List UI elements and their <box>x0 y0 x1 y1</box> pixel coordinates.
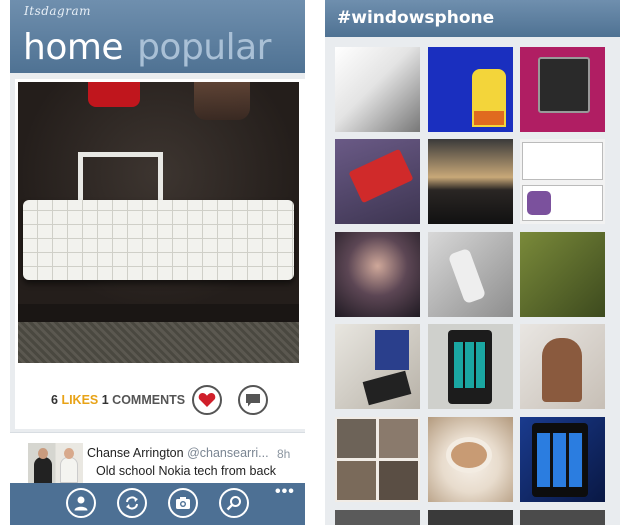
hashtag-header: #windowsphone <box>325 0 620 37</box>
home-header: Itsdagram home popular <box>10 0 305 73</box>
like-button[interactable] <box>192 385 222 415</box>
pivot-item-popular[interactable]: popular <box>137 27 271 68</box>
thumbnail-12[interactable] <box>520 324 605 409</box>
app-title: Itsdagram <box>24 4 92 18</box>
thumbnail-4[interactable] <box>335 139 420 224</box>
photo-carpet <box>18 322 299 363</box>
avatar-head-right <box>64 448 74 459</box>
post-caption: Old school Nokia tech from back <box>96 464 276 478</box>
likes-label: LIKES <box>61 393 99 407</box>
refresh-button[interactable] <box>117 488 147 518</box>
thumbnail-18[interactable] <box>520 510 605 525</box>
post-timestamp: 8h <box>277 447 291 461</box>
avatar[interactable] <box>28 443 83 483</box>
photo-keyboard-stand <box>78 152 163 200</box>
profile-icon <box>74 496 88 511</box>
thumbnail-7[interactable] <box>335 232 420 317</box>
pivot-item-home[interactable]: home <box>23 27 124 68</box>
feed-post-item[interactable]: Chanse Arrington @chansearri... 8h Old s… <box>10 432 305 484</box>
feed-photo[interactable] <box>18 82 299 363</box>
thumbnail-16[interactable] <box>335 510 420 525</box>
post-author[interactable]: Chanse Arrington @chansearri... <box>87 446 271 460</box>
comments-count: 1 <box>101 393 109 407</box>
thumbnail-11[interactable] <box>428 324 513 409</box>
thumbnail-6[interactable] <box>520 139 605 224</box>
camera-button[interactable] <box>168 488 198 518</box>
more-options-button[interactable]: ••• <box>275 483 295 501</box>
comments-label: COMMENTS <box>112 393 186 407</box>
camera-icon <box>176 497 190 509</box>
avatar-figure-right <box>60 457 78 483</box>
photo-table-edge <box>18 304 299 324</box>
heart-icon <box>198 393 216 407</box>
likes-count: 6 <box>51 393 58 407</box>
thumbnail-5[interactable] <box>428 139 513 224</box>
photo-red-cup <box>88 82 140 107</box>
search-button[interactable] <box>219 488 249 518</box>
home-feed-screen: Itsdagram home popular 6 LIKES 1 COMMENT… <box>10 0 305 525</box>
thumbnail-3[interactable] <box>520 47 605 132</box>
photo-glass <box>194 82 250 120</box>
thumbnail-8[interactable] <box>428 232 513 317</box>
avatar-figure-left <box>34 457 52 483</box>
thumbnail-13[interactable] <box>335 417 420 502</box>
thumbnail-10[interactable] <box>335 324 420 409</box>
thumbnail-2[interactable] <box>428 47 513 132</box>
thumbnail-17[interactable] <box>428 510 513 525</box>
thumbnail-9[interactable] <box>520 232 605 317</box>
comment-icon <box>246 393 260 406</box>
photo-stats: 6 LIKES 1 COMMENTS <box>15 379 305 417</box>
comment-button[interactable] <box>238 385 268 415</box>
hashtag-screen: #windowsphone <box>325 0 620 525</box>
likes-comments-summary[interactable]: 6 LIKES 1 COMMENTS <box>51 393 185 407</box>
avatar-head-left <box>38 448 48 459</box>
refresh-icon <box>126 496 138 510</box>
author-name: Chanse Arrington <box>87 446 184 460</box>
screenshot-stage: Itsdagram home popular 6 LIKES 1 COMMENT… <box>0 0 630 525</box>
thumbnail-14[interactable] <box>428 417 513 502</box>
photo-card: 6 LIKES 1 COMMENTS <box>15 79 305 429</box>
author-handle: @chansearri... <box>187 446 269 460</box>
photo-keyboard <box>23 200 294 280</box>
thumbnail-1[interactable] <box>335 47 420 132</box>
thumbnail-15[interactable] <box>520 417 605 502</box>
search-icon <box>226 496 241 511</box>
pivot-header: home popular <box>23 28 271 68</box>
hashtag-title: #windowsphone <box>337 8 495 28</box>
profile-button[interactable] <box>66 488 96 518</box>
application-bar: ••• <box>10 483 305 525</box>
